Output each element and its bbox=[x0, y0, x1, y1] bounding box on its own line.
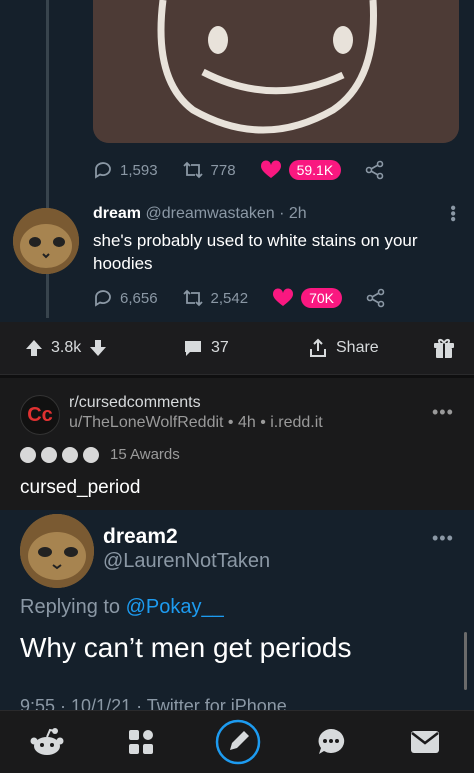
heart-icon bbox=[260, 160, 281, 178]
like-count: 59.1K bbox=[288, 160, 342, 180]
award-icon bbox=[83, 446, 99, 463]
reddit-snoo-icon bbox=[30, 728, 64, 755]
share-upload-icon bbox=[310, 338, 326, 357]
post-action-bar: 3.8k 37 Share bbox=[0, 322, 474, 375]
award-button[interactable] bbox=[432, 337, 456, 359]
vote-group: 3.8k bbox=[25, 339, 107, 357]
reply-stat[interactable]: 6,656 bbox=[93, 288, 158, 308]
subreddit-name[interactable]: r/cursedcomments bbox=[69, 394, 201, 412]
scrollbar[interactable] bbox=[464, 632, 467, 690]
post-title[interactable]: cursed_period bbox=[20, 477, 140, 499]
bottom-tab-bar bbox=[0, 710, 474, 773]
tweet3-more-icon: ••• bbox=[432, 528, 454, 548]
tweet2-text: she's probably used to white stains on y… bbox=[93, 231, 418, 273]
tab-home[interactable] bbox=[20, 711, 74, 773]
retweet-count: 2,542 bbox=[210, 289, 249, 307]
tweet-card: 1,593 778 59.1K dream @dreamwastaken · 2… bbox=[0, 0, 474, 322]
cat-avatar-image bbox=[13, 208, 79, 274]
mail-icon bbox=[411, 731, 439, 753]
tab-inbox[interactable] bbox=[398, 711, 452, 773]
like-count: 70K bbox=[301, 288, 343, 308]
share-stat[interactable] bbox=[366, 288, 386, 308]
upvote-icon[interactable] bbox=[25, 339, 43, 357]
vote-count: 3.8k bbox=[51, 339, 82, 356]
tweet3-handle: @LaurenNotTaken bbox=[103, 550, 271, 572]
retweet-count: 778 bbox=[210, 161, 236, 179]
awards-count: 15 Awards bbox=[110, 446, 180, 463]
gift-icon bbox=[434, 339, 454, 358]
retweet-icon bbox=[182, 161, 203, 179]
reply-to-handle: @Pokay__ bbox=[125, 596, 224, 618]
reply-icon bbox=[95, 162, 111, 179]
reply-count: 6,656 bbox=[120, 289, 158, 307]
reply-stat[interactable]: 1,593 bbox=[93, 160, 158, 180]
tweet2-more-icon[interactable]: ••• bbox=[444, 205, 461, 222]
post-more-icon[interactable]: ••• bbox=[432, 402, 454, 423]
retweet-icon bbox=[182, 289, 203, 307]
reply-icon bbox=[95, 290, 111, 307]
reply-count: 1,593 bbox=[120, 161, 158, 179]
comments-button[interactable]: 37 bbox=[183, 339, 229, 357]
tweet2-stats: 6,656 2,542 70K bbox=[93, 286, 410, 310]
like-stat[interactable]: 70K bbox=[272, 288, 343, 308]
tweet3-name: dream2 bbox=[103, 525, 178, 548]
tab-create-post[interactable] bbox=[211, 711, 265, 773]
award-icon bbox=[41, 446, 57, 463]
comments-count: 37 bbox=[211, 339, 229, 356]
share-nodes-icon bbox=[366, 288, 385, 308]
smiley-image bbox=[93, 0, 459, 143]
chat-bubble-icon bbox=[318, 728, 345, 754]
tweet1-stats: 1,593 778 59.1K bbox=[93, 158, 409, 182]
retweet-stat[interactable]: 778 bbox=[182, 160, 236, 180]
like-stat[interactable]: 59.1K bbox=[260, 160, 342, 180]
grid-icon bbox=[129, 730, 153, 754]
share-button[interactable]: Share bbox=[308, 338, 379, 358]
award-icon bbox=[62, 446, 78, 463]
tweet2-time: · 2h bbox=[279, 205, 307, 222]
avatar-dream[interactable] bbox=[13, 208, 79, 274]
share-stat[interactable] bbox=[365, 160, 385, 180]
subreddit-icon[interactable]: Cc bbox=[20, 395, 60, 435]
award-icon bbox=[20, 446, 36, 463]
reply-prefix: Replying to bbox=[20, 596, 121, 618]
tab-chat[interactable] bbox=[304, 711, 358, 773]
tweet3-text: Why can’t men get periods bbox=[20, 632, 352, 663]
share-nodes-icon bbox=[365, 160, 384, 180]
tweet3-timestamp: 9:55 · 10/1/21 · Twitter for iPhone bbox=[20, 696, 287, 710]
tweet3-replying-to: Replying to @Pokay__ bbox=[20, 596, 224, 619]
avatar-dream2 bbox=[20, 514, 94, 588]
tab-communities[interactable] bbox=[114, 711, 168, 773]
cat-avatar-image bbox=[20, 514, 94, 588]
tweet2-handle[interactable]: @dreamwastaken bbox=[145, 205, 274, 222]
tweet2-header: dream @dreamwastaken · 2h bbox=[93, 205, 307, 223]
comment-bubble-icon bbox=[185, 341, 201, 356]
awards-row[interactable]: 15 Awards bbox=[20, 446, 180, 463]
tweet2-name[interactable]: dream bbox=[93, 205, 141, 222]
heart-icon bbox=[273, 288, 294, 306]
share-label: Share bbox=[336, 339, 379, 356]
retweet-stat[interactable]: 2,542 bbox=[182, 288, 249, 308]
tweet-media-image[interactable] bbox=[93, 0, 459, 143]
downvote-icon[interactable] bbox=[89, 339, 107, 357]
pencil-icon bbox=[215, 719, 261, 765]
post-meta[interactable]: u/TheLoneWolfReddit • 4h • i.redd.it bbox=[69, 414, 323, 432]
